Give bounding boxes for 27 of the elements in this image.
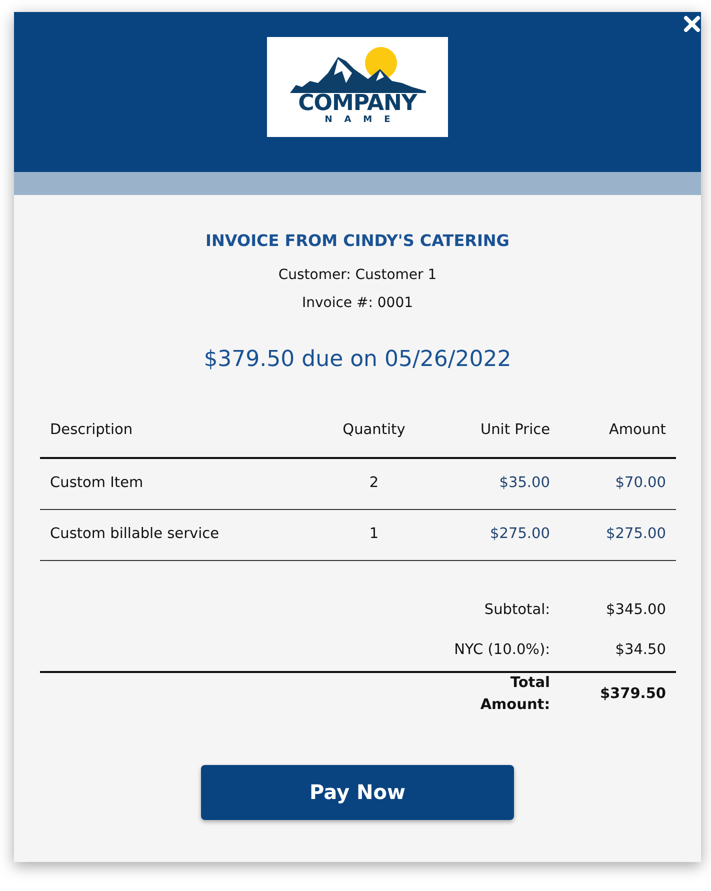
invoice-title: INVOICE FROM CINDY'S CATERING xyxy=(204,230,510,252)
summary-label: Total Amount: xyxy=(435,672,560,716)
summary-label: NYC (10.0%): xyxy=(435,631,560,672)
logo-subtext: NAME xyxy=(324,115,402,125)
summary-value: $34.50 xyxy=(560,631,676,672)
mountain-logo-icon xyxy=(288,47,428,93)
invoice-detail: Invoice #: 0001 xyxy=(300,294,414,313)
summary-value: $379.50 xyxy=(560,672,676,716)
amount-due: $379.50 due on 05/26/2022 xyxy=(202,346,512,374)
table-cell: $275.00 xyxy=(560,509,676,560)
table-cell: 2 xyxy=(313,458,435,509)
table-cell: $35.00 xyxy=(435,458,560,509)
table-cell: Custom billable service xyxy=(40,509,313,560)
invoice-detail: Customer: Customer 1 xyxy=(277,266,438,285)
column-header: Description xyxy=(40,404,313,458)
table-cell: $70.00 xyxy=(560,458,676,509)
table-cell: 1 xyxy=(313,509,435,560)
table-cell: Custom Item xyxy=(40,458,313,509)
column-header: Quantity xyxy=(313,404,435,458)
logo-text: COMPANY xyxy=(298,93,417,115)
summary-value: $345.00 xyxy=(560,560,676,631)
column-header: Amount xyxy=(560,404,676,458)
summary-label: Subtotal: xyxy=(435,560,560,631)
table-cell: $275.00 xyxy=(435,509,560,560)
column-header: Unit Price xyxy=(435,404,560,458)
pay-now-button[interactable]: Pay Now xyxy=(201,764,514,820)
close-icon[interactable] xyxy=(683,15,701,33)
